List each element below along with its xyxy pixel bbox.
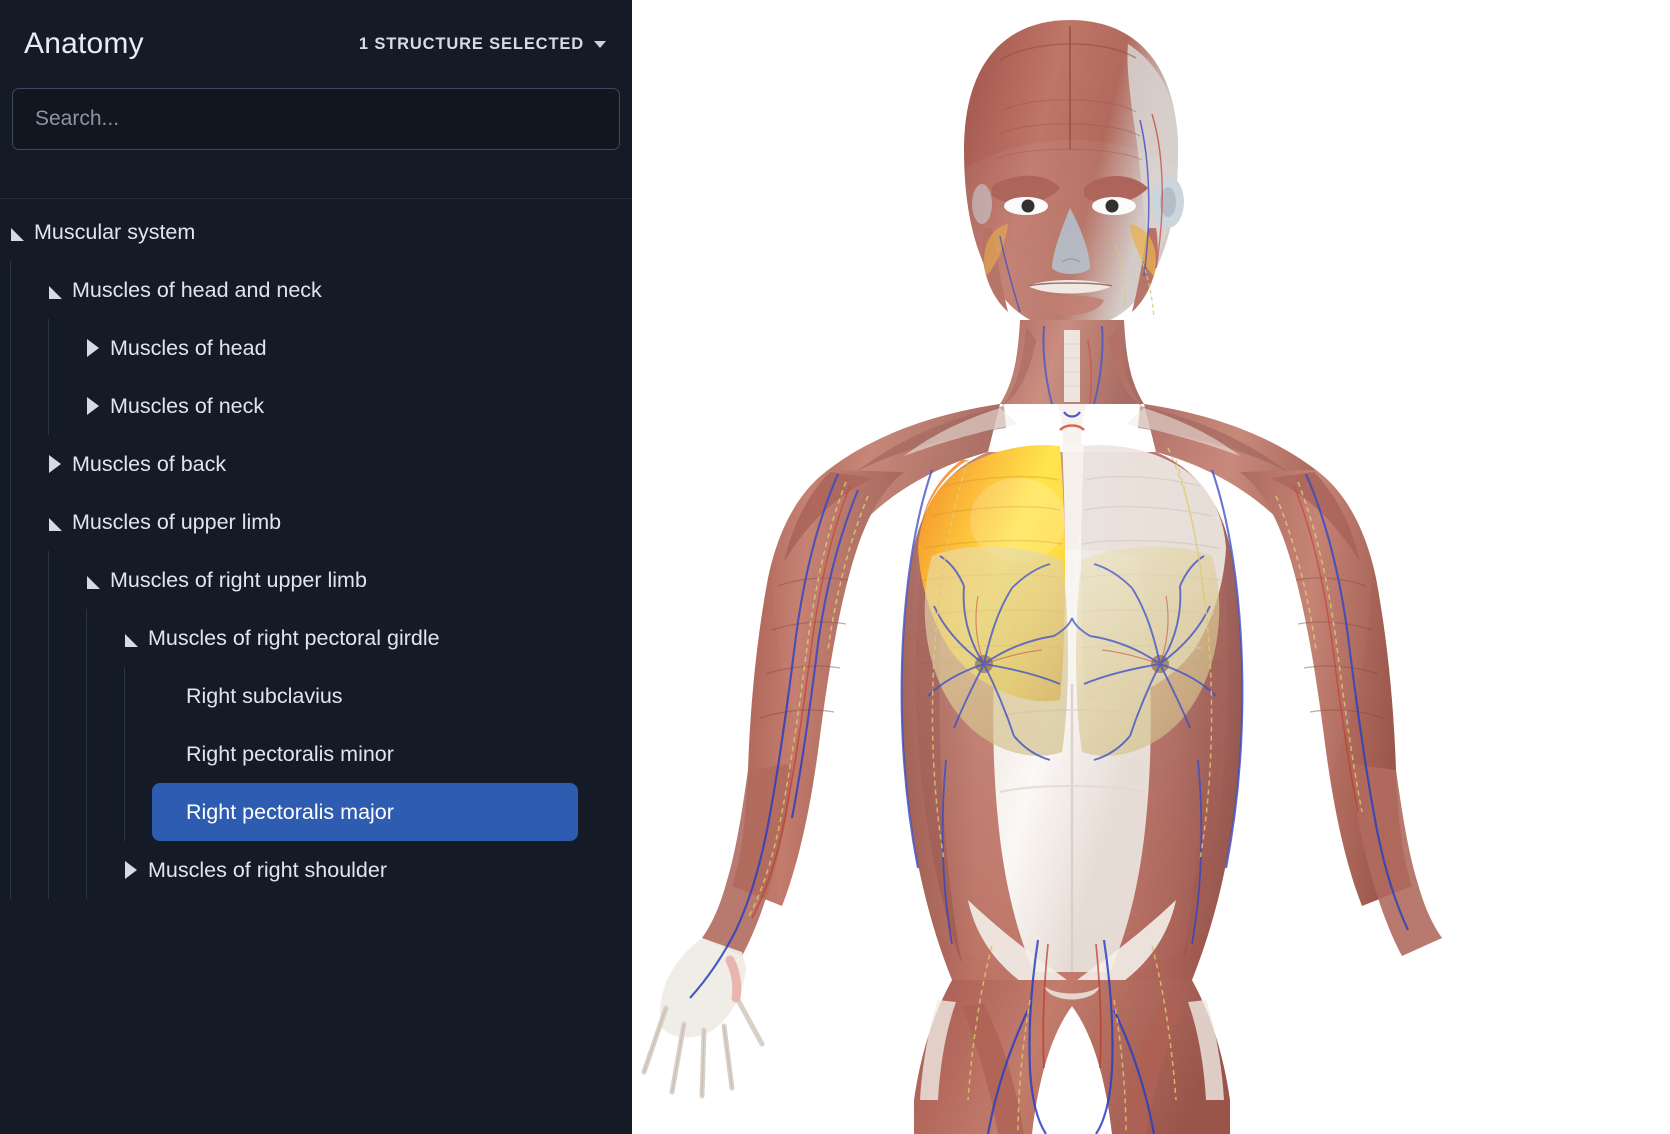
expanded-triangle-icon[interactable] — [38, 261, 72, 319]
tree-item-label: Right subclavius — [186, 683, 343, 708]
tree-item-label: Muscles of neck — [110, 393, 265, 418]
tree-node-muscles-of-right-upper-limb: Muscles of right upper limb Muscles of ri… — [76, 551, 632, 899]
tree-item-right-pectoralis-major[interactable]: Right pectoralis major — [152, 783, 578, 841]
tree-item-muscles-of-head-and-neck[interactable]: Muscles of head and neck — [38, 261, 578, 319]
collapsed-triangle-icon[interactable] — [114, 841, 148, 899]
triangle-down-icon — [86, 575, 100, 589]
tree-node-muscles-of-head-and-neck: Muscles of head and neck Muscles of head M… — [38, 261, 632, 435]
tree-node-muscles-of-neck: Muscles of neck — [76, 377, 632, 435]
tree-item-muscular-system[interactable]: Muscular system — [0, 203, 578, 261]
sidebar: Anatomy 1 STRUCTURE SELECTED Muscular sy… — [0, 0, 632, 1134]
title-row: Anatomy 1 STRUCTURE SELECTED — [0, 0, 632, 88]
triangle-right-icon — [87, 339, 99, 357]
triangle-down-icon — [10, 227, 24, 241]
tree-item-muscles-of-upper-limb[interactable]: Muscles of upper limb — [38, 493, 578, 551]
tree-item-right-pectoralis-minor[interactable]: Right pectoralis minor — [152, 725, 578, 783]
tree-item-right-subclavius[interactable]: Right subclavius — [152, 667, 578, 725]
sidebar-header: Anatomy 1 STRUCTURE SELECTED — [0, 0, 632, 199]
tree-item-label: Muscles of upper limb — [72, 509, 282, 534]
chevron-down-icon — [594, 40, 606, 48]
selection-dropdown[interactable]: 1 STRUCTURE SELECTED — [357, 31, 608, 58]
triangle-down-icon — [48, 285, 62, 299]
search-wrapper — [0, 88, 632, 150]
tree-node-muscles-of-back: Muscles of back — [38, 435, 632, 493]
tree-item-label: Muscular system — [34, 219, 196, 244]
tree-item-muscles-of-back[interactable]: Muscles of back — [38, 435, 578, 493]
model-viewport[interactable] — [632, 0, 1670, 1134]
anatomy-3d-render — [632, 0, 1670, 1134]
triangle-right-icon — [87, 397, 99, 415]
tree-item-label: Muscles of head and neck — [72, 277, 322, 302]
tree-item-label: Right pectoralis major — [186, 799, 394, 824]
expanded-triangle-icon[interactable] — [76, 551, 110, 609]
tree-item-muscles-of-right-upper-limb[interactable]: Muscles of right upper limb — [76, 551, 578, 609]
tree-children: Muscles of head Muscles of neck — [38, 319, 632, 435]
triangle-right-icon — [49, 455, 61, 473]
triangle-down-icon — [124, 633, 138, 647]
tree-children: Muscles of head and neck Muscles of head M… — [0, 261, 632, 899]
tree-node-right-subclavius: Right subclavius — [152, 667, 632, 725]
tree-node-right-pectoralis-major: Right pectoralis major — [152, 783, 632, 841]
tree-node-muscular-system: Muscular system Muscles of head and neck M… — [0, 203, 632, 899]
tree-item-muscles-of-head[interactable]: Muscles of head — [76, 319, 578, 377]
anatomy-app: Anatomy 1 STRUCTURE SELECTED Muscular sy… — [0, 0, 1670, 1134]
triangle-down-icon — [48, 517, 62, 531]
expanded-triangle-icon[interactable] — [0, 203, 34, 261]
selection-count-label: 1 STRUCTURE SELECTED — [358, 34, 584, 53]
tree-children: Muscles of right pectoral girdle Right su… — [76, 609, 632, 899]
tree-item-muscles-of-right-shoulder[interactable]: Muscles of right shoulder — [114, 841, 578, 899]
page-title: Anatomy — [24, 27, 144, 60]
tree-node-muscles-of-head: Muscles of head — [76, 319, 632, 377]
anatomy-tree[interactable]: Muscular system Muscles of head and neck M… — [0, 199, 632, 1134]
tree-children: Muscles of right upper limb Muscles of ri… — [38, 551, 632, 899]
tree-item-label: Muscles of head — [110, 335, 267, 360]
tree-item-label: Muscles of right shoulder — [148, 857, 387, 882]
collapsed-triangle-icon[interactable] — [76, 319, 110, 377]
tree-item-muscles-of-neck[interactable]: Muscles of neck — [76, 377, 578, 435]
tree-node-right-pectoralis-minor: Right pectoralis minor — [152, 725, 632, 783]
tree-children: Right subclavius Right pectoralis minor Ri… — [114, 667, 632, 841]
tree-item-muscles-of-right-pectoral-girdle[interactable]: Muscles of right pectoral girdle — [114, 609, 578, 667]
expanded-triangle-icon[interactable] — [114, 609, 148, 667]
expanded-triangle-icon[interactable] — [38, 493, 72, 551]
tree-node-muscles-of-right-pectoral-girdle: Muscles of right pectoral girdle Right su… — [114, 609, 632, 841]
triangle-right-icon — [125, 861, 137, 879]
search-input[interactable] — [12, 88, 620, 150]
tree-item-label: Muscles of right upper limb — [110, 567, 367, 592]
tree-item-label: Muscles of right pectoral girdle — [148, 625, 440, 650]
tree-item-label: Muscles of back — [72, 451, 227, 476]
tree-node-muscles-of-right-shoulder: Muscles of right shoulder — [114, 841, 632, 899]
collapsed-triangle-icon[interactable] — [76, 377, 110, 435]
tree-node-muscles-of-upper-limb: Muscles of upper limb Muscles of right up… — [38, 493, 632, 899]
collapsed-triangle-icon[interactable] — [38, 435, 72, 493]
tree-item-label: Right pectoralis minor — [186, 741, 394, 766]
